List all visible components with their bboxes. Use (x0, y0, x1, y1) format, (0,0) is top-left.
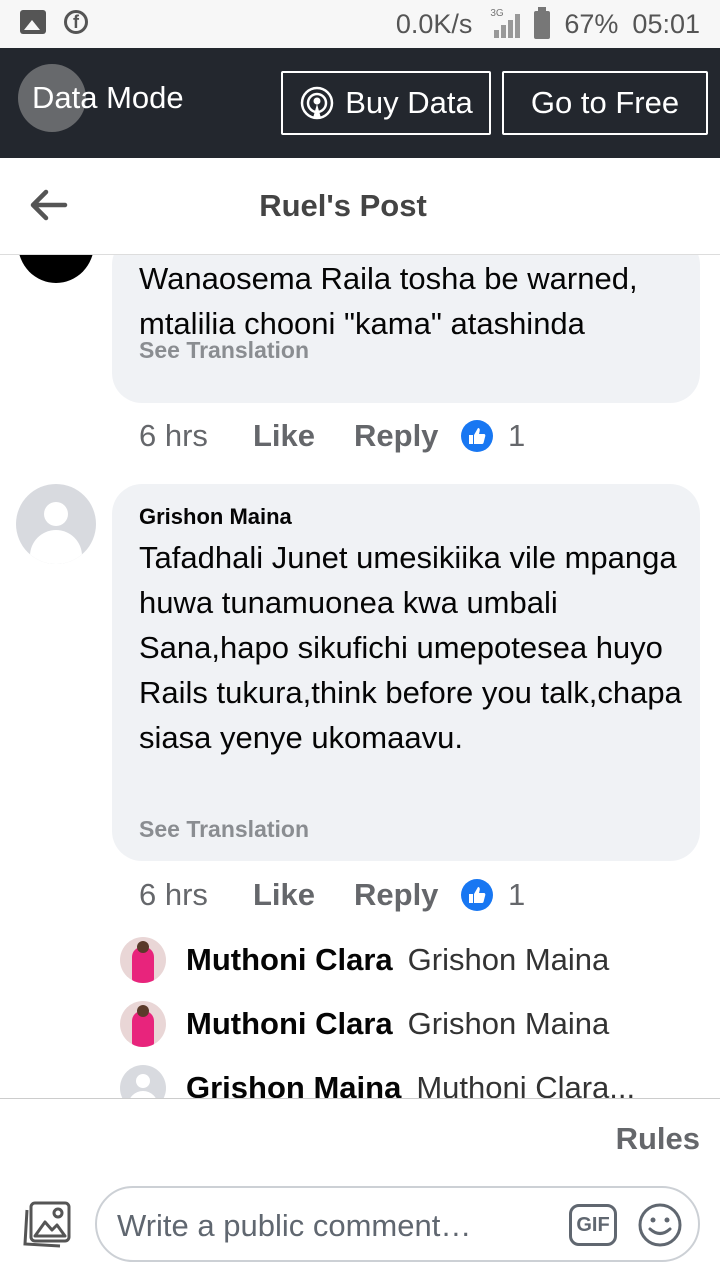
comment-time: 6 hrs (139, 877, 208, 912)
signal-icon: 3G (486, 8, 521, 38)
comment-bubble[interactable]: Wanaosema Raila tosha be warned, mtalili… (112, 255, 700, 403)
thumbs-up-icon[interactable] (461, 420, 493, 452)
reply-preview[interactable]: Muthoni Clara Grishon Maina (120, 936, 609, 984)
data-mode-label: Data Mode (32, 80, 184, 115)
comment-bubble[interactable]: Grishon Maina Tafadhali Junet umesikiika… (112, 484, 700, 861)
buy-data-button[interactable]: Buy Data (281, 71, 491, 135)
reply-mention: Muthoni Clara... (416, 1070, 636, 1098)
comments-feed[interactable]: Wanaosema Raila tosha be warned, mtalili… (0, 255, 720, 1098)
reply-button[interactable]: Reply (354, 877, 461, 913)
reply-mention: Grishon Maina (407, 1006, 610, 1041)
reply-author: Grishon Maina (186, 1070, 402, 1098)
broadcast-icon (300, 86, 334, 120)
battery-level: 67% (564, 9, 619, 39)
reply-button[interactable]: Reply (354, 418, 461, 454)
comment-text: Wanaosema Raila tosha be warned, mtalili… (139, 261, 638, 341)
avatar[interactable] (18, 255, 94, 283)
page-title: Ruel's Post (259, 188, 427, 223)
comment-time: 6 hrs (139, 418, 208, 453)
network-type: 3G (490, 7, 504, 19)
thumbs-up-icon[interactable] (461, 879, 493, 911)
reply-author: Muthoni Clara (186, 942, 393, 977)
reply-preview[interactable]: Grishon Maina Muthoni Clara... (120, 1064, 635, 1098)
reply-preview[interactable]: Muthoni Clara Grishon Maina (120, 1000, 609, 1048)
facebook-icon: f (64, 10, 88, 34)
photo-icon[interactable] (22, 1200, 72, 1248)
see-translation-link[interactable]: See Translation (139, 337, 309, 364)
go-to-free-button[interactable]: Go to Free (502, 71, 708, 135)
data-mode-bar: Data Mode Buy Data Go to Free (0, 48, 720, 158)
avatar (120, 1001, 166, 1047)
comment-author[interactable]: Grishon Maina (139, 504, 292, 530)
comment-actions: 6 hrs Like Reply 1 (139, 418, 525, 454)
comment-actions: 6 hrs Like Reply 1 (139, 877, 525, 913)
post-header: Ruel's Post (0, 158, 720, 255)
reaction-count: 1 (508, 877, 526, 912)
go-to-free-label: Go to Free (530, 85, 680, 120)
see-translation-link[interactable]: See Translation (139, 816, 309, 843)
avatar (120, 1065, 166, 1098)
reaction-count: 1 (508, 418, 526, 453)
battery-icon (534, 6, 551, 39)
reply-author: Muthoni Clara (186, 1006, 393, 1041)
buy-data-label: Buy Data (345, 85, 473, 120)
comment-composer-area: Rules Write a public comment… GIF (0, 1098, 720, 1281)
clock: 05:01 (632, 9, 700, 39)
comment-placeholder: Write a public comment… (117, 1208, 472, 1243)
comment-text: Tafadhali Junet umesikiika vile mpanga h… (139, 540, 682, 755)
network-speed: 0.0K/s (395, 9, 473, 39)
reply-mention: Grishon Maina (407, 942, 610, 977)
gallery-icon (20, 10, 46, 34)
emoji-icon[interactable] (637, 1202, 683, 1248)
like-button[interactable]: Like (253, 418, 354, 454)
gif-icon[interactable]: GIF (569, 1204, 617, 1246)
status-bar: f 0.0K/s 3G 67% 05:01 (0, 0, 720, 48)
rules-link[interactable]: Rules (616, 1121, 700, 1157)
comment-input[interactable]: Write a public comment… GIF (95, 1186, 700, 1262)
avatar (120, 937, 166, 983)
like-button[interactable]: Like (253, 877, 354, 913)
avatar[interactable] (16, 484, 96, 564)
